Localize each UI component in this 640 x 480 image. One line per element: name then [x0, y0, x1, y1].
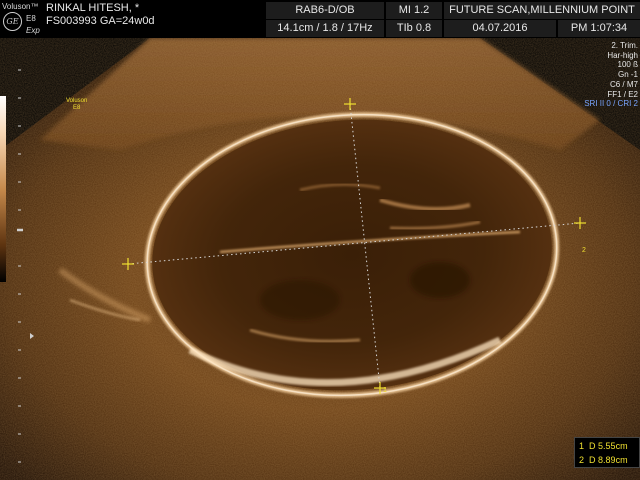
institution-name: FUTURE SCAN,MILLENNIUM POINT: [444, 2, 640, 19]
gray-scale-bar: [0, 96, 6, 282]
measurement-index: 1: [579, 441, 585, 451]
depth-info: 14.1cm / 1.8 / 17Hz: [266, 20, 384, 37]
measurement-value: 5.55cm: [598, 441, 628, 451]
caliper-2-label: 2: [582, 247, 586, 254]
imaging-parameters: 2. Trim. Har-high 100 ß Gn -1 C6 / M7 FF…: [584, 41, 638, 109]
header-bar: Voluson™ GE E8 Exp RINKAL HITESH, * FS00…: [0, 0, 640, 38]
measurement-value: 8.89cm: [598, 455, 628, 465]
patient-info: RINKAL HITESH, * FS003993 GA=24w0d: [46, 2, 155, 28]
param-gain: Gn -1: [617, 70, 638, 80]
patient-name: RINKAL HITESH, *: [46, 2, 140, 14]
ultrasound-image[interactable]: Voluson E8 2 1: [0, 38, 640, 480]
param-power: 100 ß: [617, 60, 638, 70]
ge-monogram: GE: [3, 12, 22, 31]
measurement-row: 2 D 8.89cm: [579, 453, 639, 467]
param-sri: SRI II 0 / CRI 2: [584, 99, 638, 109]
brand-name: Voluson™: [2, 2, 39, 11]
mechanical-index: MI 1.2: [386, 2, 442, 19]
param-ff: FF1 / E2: [607, 89, 638, 99]
ge-logo-icon: Voluson™ GE E8 Exp: [2, 2, 42, 36]
exam-time: PM 1:07:34: [558, 20, 640, 37]
measurement-label: D: [589, 441, 596, 451]
patient-id-ga: FS003993 GA=24w0d: [46, 15, 155, 27]
probe-label-line1: Voluson: [66, 98, 88, 104]
measurement-row: 1 D 5.55cm: [579, 439, 639, 453]
edition-name: Exp: [26, 26, 40, 35]
ultrasound-render: [0, 38, 640, 480]
measurement-index: 2: [579, 455, 585, 465]
probe-label-line2: E8: [73, 105, 81, 111]
probe-mode: RAB6-D/OB: [266, 2, 384, 19]
measurement-results: 1 D 5.55cm 2 D 8.89cm: [574, 437, 640, 468]
caliper-1-label: 1: [383, 387, 387, 394]
measurement-label: D: [589, 455, 596, 465]
thermal-index: TIb 0.8: [386, 20, 442, 37]
param-harmonic: Har-high: [607, 50, 638, 60]
param-c-m: C6 / M7: [609, 79, 638, 89]
exam-date: 04.07.2016: [444, 20, 556, 37]
probe-label: Voluson E8: [66, 98, 87, 112]
param-trim: 2. Trim.: [611, 41, 638, 50]
model-name: E8: [26, 14, 36, 23]
